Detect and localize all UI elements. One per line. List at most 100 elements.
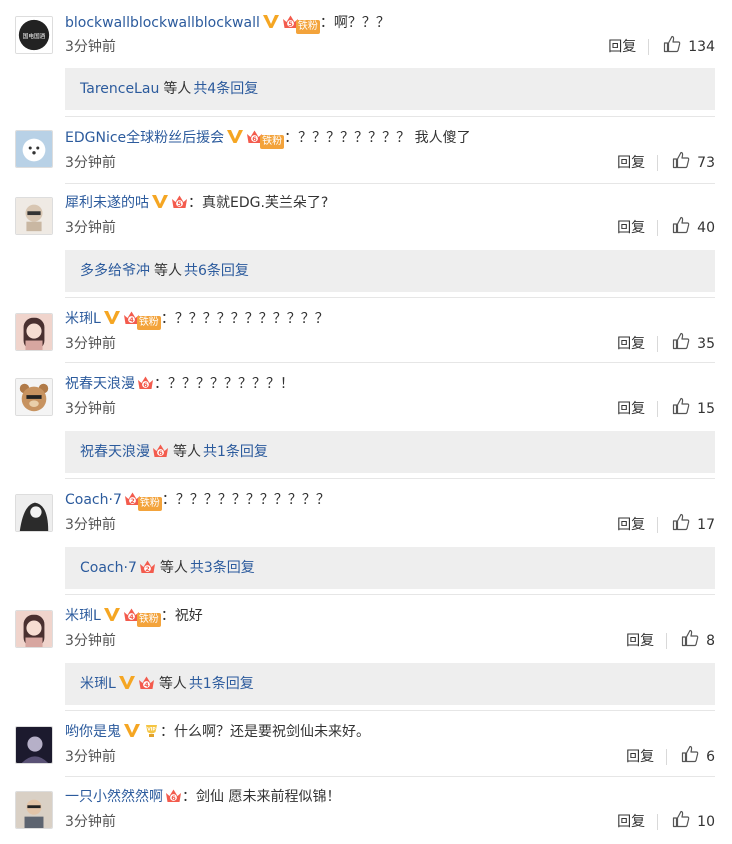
bear-avatar-icon (16, 379, 52, 415)
reply-button[interactable]: 回复 (617, 812, 645, 832)
like-button[interactable]: 17 (672, 513, 715, 537)
reply-author-link[interactable]: Coach·7 (80, 560, 137, 576)
like-button[interactable]: 35 (672, 332, 715, 356)
like-count: 8 (706, 633, 715, 649)
avatar[interactable] (15, 610, 53, 648)
svg-text:4: 4 (129, 316, 134, 324)
comment-time: 3分钟前 (65, 517, 116, 533)
reply-count-link[interactable]: 共3条回复 (190, 560, 255, 576)
comment-meta: 3分钟前 回复 17 (65, 513, 715, 537)
colon: ： (160, 608, 175, 624)
reply-button[interactable]: 回复 (626, 631, 654, 651)
like-button[interactable]: 134 (663, 35, 715, 59)
colon: ： (284, 130, 299, 146)
comment-feed: 国电国酒 blockwallblockwallblockwall 5 铁粉 ：啊？？？ 3… (0, 0, 732, 844)
reply-etc: 等人 (154, 263, 182, 279)
comment-meta: 3分钟前 回复 40 (65, 216, 715, 240)
reply-button[interactable]: 回复 (617, 399, 645, 419)
like-button[interactable]: 10 (672, 810, 715, 834)
thumbs-up-icon (672, 216, 690, 240)
svg-text:4: 4 (129, 613, 134, 621)
reply-button[interactable]: 回复 (617, 334, 645, 354)
avatar[interactable] (15, 130, 53, 168)
fan-badge: 铁粉 (260, 135, 285, 149)
like-count: 17 (697, 517, 715, 533)
reply-author-link[interactable]: 多多给爷冲 (80, 263, 150, 279)
comment-text: 啊？？？ (333, 15, 390, 31)
username-link[interactable]: Coach·7 (65, 492, 122, 508)
avatar[interactable]: 国电国酒 (15, 16, 53, 54)
comment-actions: 回复 73 (617, 151, 715, 175)
replies-summary[interactable]: TarenceLau 等人 共4条回复 (65, 68, 715, 110)
reply-count-link[interactable]: 共1条回复 (189, 676, 254, 692)
like-count: 15 (697, 401, 715, 417)
fan-badge: 铁粉 (136, 316, 161, 330)
comment-meta: 3分钟前 回复 15 (65, 397, 715, 421)
comment-header: 一只小然然然啊 6 ：剑仙 愿未来前程似锦！ (65, 786, 715, 808)
reply-button[interactable]: 回复 (617, 153, 645, 173)
svg-text:2: 2 (145, 565, 150, 573)
username-link[interactable]: blockwallblockwallblockwall (65, 15, 260, 31)
username-link[interactable]: 米琍L (65, 311, 101, 327)
avatar[interactable] (15, 791, 53, 829)
comment-text: 真就EDG.芙兰朵了? (202, 195, 329, 211)
replies-summary[interactable]: 祝春天浪漫 6 等人 共1条回复 (65, 431, 715, 473)
like-button[interactable]: 15 (672, 397, 715, 421)
replies-summary[interactable]: Coach·7 2 等人 共3条回复 (65, 547, 715, 589)
colon: ： (182, 789, 196, 805)
comment-time: 3分钟前 (65, 336, 116, 352)
username-link[interactable]: 哟你是鬼 (65, 724, 121, 740)
like-button[interactable]: 8 (681, 629, 715, 653)
avatar[interactable] (15, 197, 53, 235)
username-link[interactable]: 一只小然然然啊 (65, 789, 163, 805)
username-link[interactable]: EDGNice全球粉丝后援会 (65, 130, 224, 146)
username-link[interactable]: 祝春天浪漫 (65, 376, 135, 392)
comment-text: ？？？？？？？？？？？ (175, 492, 330, 508)
reply-author-link[interactable]: 祝春天浪漫 (80, 444, 150, 460)
like-count: 6 (706, 749, 715, 765)
thumbs-up-icon (681, 629, 699, 653)
thumbs-up-icon (681, 745, 699, 769)
like-button[interactable]: 73 (672, 151, 715, 175)
reply-button[interactable]: 回复 (617, 515, 645, 535)
like-button[interactable]: 40 (672, 216, 715, 240)
like-button[interactable]: 6 (681, 745, 715, 769)
reply-count-link[interactable]: 共1条回复 (203, 444, 268, 460)
username-link[interactable]: 米琍L (65, 608, 101, 624)
reply-button[interactable]: 回复 (608, 37, 636, 57)
comment-meta: 3分钟前 回复 134 (65, 35, 715, 59)
like-count: 73 (697, 155, 715, 171)
comment-separator (65, 362, 715, 363)
reply-author-link[interactable]: TarenceLau (80, 81, 159, 97)
comment-actions: 回复 8 (626, 629, 715, 653)
replies-summary[interactable]: 米琍L 4 等人 共1条回复 (65, 663, 715, 705)
avatar[interactable] (15, 494, 53, 532)
action-divider (657, 517, 659, 533)
replies-summary[interactable]: 多多给爷冲 等人 共6条回复 (65, 250, 715, 292)
comment-text: ？？？？？？？？ 我人傻了 (298, 130, 471, 146)
avatar[interactable] (15, 313, 53, 351)
vip-v-icon (262, 12, 280, 34)
avatar[interactable] (15, 378, 53, 416)
svg-text:6: 6 (171, 794, 176, 802)
username-link[interactable]: 犀利未遂的咕 (65, 195, 149, 211)
avatar[interactable] (15, 726, 53, 764)
like-count: 35 (697, 336, 715, 352)
reply-author-link[interactable]: 米琍L (80, 676, 116, 692)
reply-button[interactable]: 回复 (626, 747, 654, 767)
crown-level-icon: 6 (165, 787, 182, 808)
comment-header: 米琍L 4 铁粉 ：祝好 (65, 605, 715, 627)
comment-text: 什么啊？还是要祝剑仙未来好。 (174, 724, 370, 740)
fan-badge: 铁粉 (137, 497, 162, 511)
vip-v-icon (226, 127, 244, 149)
comment-time: 3分钟前 (65, 220, 116, 236)
reply-count-link[interactable]: 共6条回复 (184, 263, 249, 279)
like-count: 40 (697, 220, 715, 236)
reply-count-link[interactable]: 共4条回复 (193, 81, 258, 97)
comment-header: 米琍L 4 铁粉：？？？？？？？？？？？ (65, 308, 715, 330)
action-divider (648, 39, 650, 55)
comment-separator (65, 776, 715, 777)
comment-header: 犀利未遂的咕 5 ：真就EDG.芙兰朵了? (65, 192, 715, 214)
vip-v-icon (118, 666, 136, 708)
reply-button[interactable]: 回复 (617, 218, 645, 238)
